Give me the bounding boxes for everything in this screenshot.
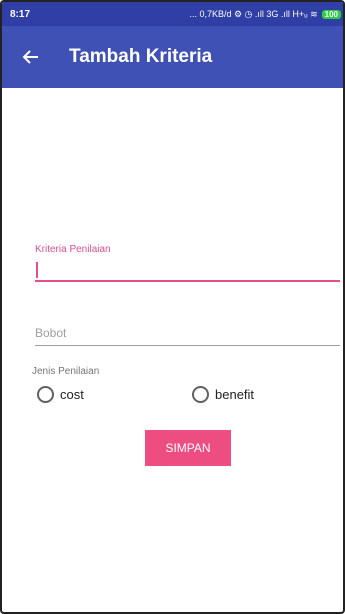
radio-unchecked-icon[interactable] — [192, 386, 209, 403]
page-title: Tambah Kriteria — [69, 46, 213, 67]
app-bar: Tambah Kriteria — [2, 26, 343, 88]
jenis-penilaian-label: Jenis Penilaian — [32, 366, 100, 377]
status-bar: 8:17 ... 0,7KB/d ⚙ ◷ .ıll 3G .ıll H+ᵤ ≋ … — [2, 2, 343, 26]
radio-benefit[interactable]: benefit — [192, 386, 254, 403]
radio-benefit-label: benefit — [215, 387, 255, 402]
kriteria-field: Kriteria Penilaian — [35, 244, 340, 282]
radio-cost[interactable]: cost — [37, 386, 84, 403]
text-cursor — [36, 262, 38, 278]
radio-unchecked-icon[interactable] — [37, 386, 54, 403]
app-screen: 8:17 ... 0,7KB/d ⚙ ◷ .ıll 3G .ıll H+ᵤ ≋ … — [0, 0, 345, 614]
arrow-left-icon — [22, 50, 38, 64]
status-network-info: ... 0,7KB/d ⚙ ◷ .ıll 3G .ıll H+ᵤ ≋ — [189, 8, 318, 19]
back-button[interactable] — [20, 46, 42, 68]
bobot-input[interactable]: Bobot — [35, 324, 340, 346]
kriteria-input[interactable] — [35, 258, 340, 282]
kriteria-label: Kriteria Penilaian — [35, 244, 111, 255]
status-time: 8:17 — [10, 8, 31, 20]
simpan-button[interactable]: SIMPAN — [145, 430, 231, 466]
status-indicators: ... 0,7KB/d ⚙ ◷ .ıll 3G .ıll H+ᵤ ≋ 100 — [189, 9, 341, 20]
battery-icon: 100 — [321, 9, 341, 19]
radio-cost-label: cost — [60, 387, 84, 402]
bobot-placeholder: Bobot — [35, 326, 67, 340]
